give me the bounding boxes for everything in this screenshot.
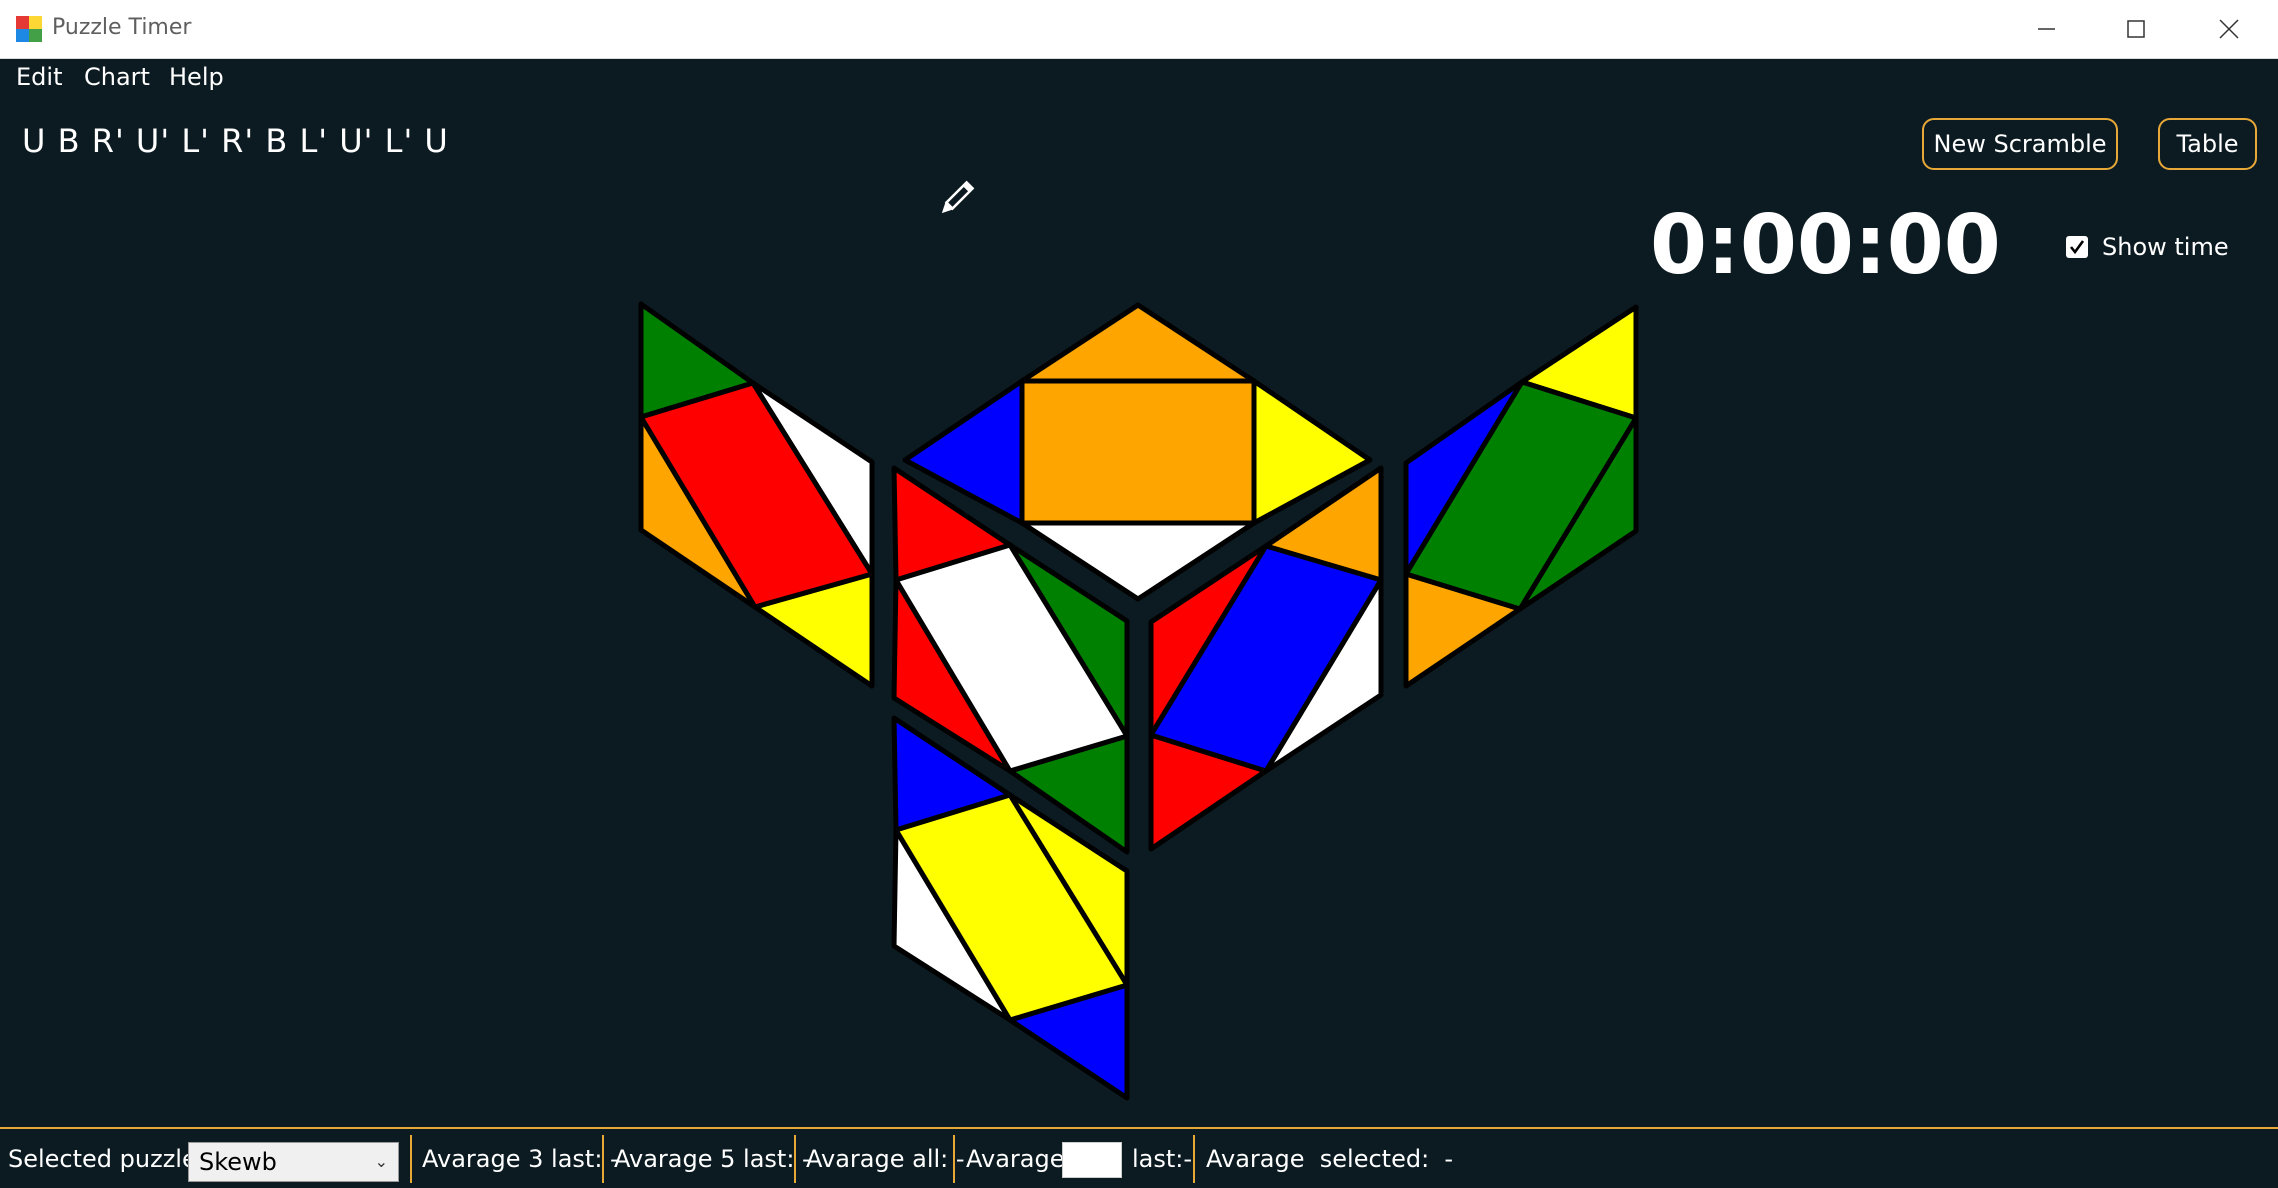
face-left [638,301,875,689]
avg-count-input[interactable] [1062,1142,1122,1178]
sticker-top-center [1019,378,1257,526]
puzzle-select-value: Skewb [199,1148,277,1176]
status-bar: Selected puzzle: Skewb ⌄ Avarage 3 last:… [0,1127,2278,1188]
avg3-text: Avarage 3 last: - [422,1145,619,1173]
divider [410,1135,412,1183]
selected-puzzle-label: Selected puzzle: [8,1145,205,1173]
divider [794,1135,796,1183]
avg5-text: Avarage 5 last: - [614,1145,811,1173]
avg-custom-prefix: Avarage [966,1145,1065,1173]
avg-all-text: Avarage all: - [806,1145,965,1173]
face-right [1403,304,1639,689]
chevron-down-icon: ⌄ [374,1152,388,1171]
divider [1193,1135,1195,1183]
puzzle-select[interactable]: Skewb ⌄ [188,1142,399,1182]
avg-selected-text: Avarage selected: - [1206,1145,1454,1173]
divider [953,1135,955,1183]
sticker-top-top [1019,302,1257,384]
avg-custom-suffix: last:- [1132,1145,1193,1173]
divider [602,1135,604,1183]
skewb-puzzle-net [638,301,1639,1101]
